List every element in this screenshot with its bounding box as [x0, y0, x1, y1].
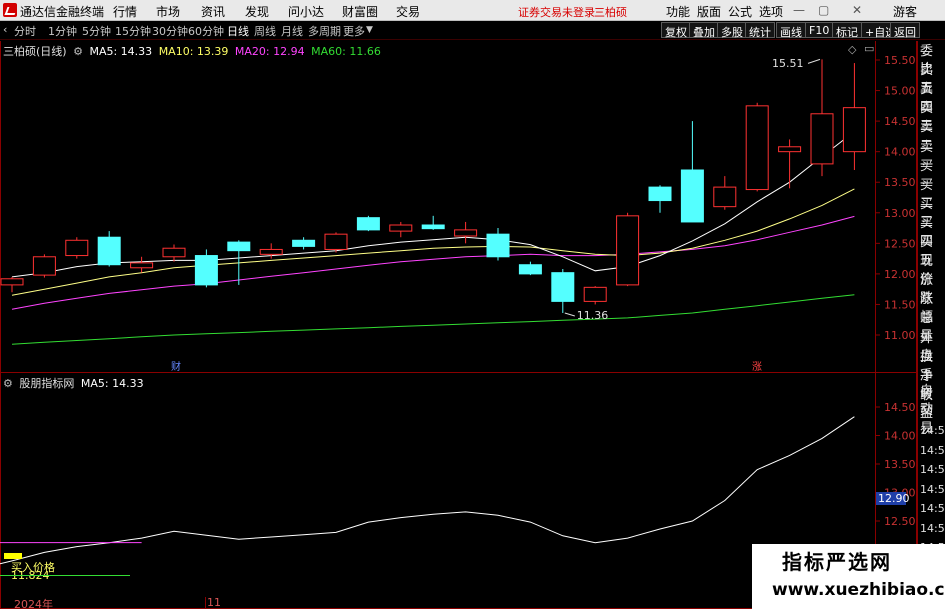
menu-bar: 通达信金融终端 行情 市场 资讯 发现 问小达 财富圈 交易 证券交易未登录 三…: [0, 0, 945, 21]
diamond-icon[interactable]: ◇: [848, 43, 856, 56]
app-logo-icon: [3, 3, 17, 17]
sidebar-time: 14:56: [920, 521, 945, 535]
sidebar-time: 14:56: [920, 463, 945, 476]
ma10-label: MA10: 13.39: [158, 45, 229, 58]
high-price-label: 15.51: [772, 57, 804, 71]
settings-gear-icon[interactable]: ⚙: [73, 45, 83, 58]
btn-biaoji[interactable]: 标记: [832, 22, 862, 39]
app-name: 通达信金融终端: [20, 5, 105, 19]
menu-item-hangqing[interactable]: 行情: [113, 3, 137, 20]
period-daily[interactable]: 日线: [227, 23, 249, 39]
period-30min[interactable]: 30分钟: [152, 23, 188, 39]
indicator-ma5-label: MA5: 14.33: [80, 377, 144, 390]
period-60min[interactable]: 60分钟: [188, 23, 224, 39]
watermark: 指标严选网 www.xuezhibiao.com: [752, 544, 945, 609]
sidebar-time: 14:56: [920, 443, 945, 457]
watermark-title: 指标严选网: [782, 550, 892, 574]
low-price-label: 11.36: [576, 309, 609, 322]
date-tick: [205, 597, 206, 609]
indicator-gear-icon[interactable]: ⚙: [3, 377, 13, 390]
main-chart-title: 三柏硕(日线): [3, 45, 67, 58]
menu-item-caifuquan[interactable]: 财富圈: [342, 3, 378, 20]
marker-cai[interactable]: 财: [171, 358, 181, 373]
login-status[interactable]: 证券交易未登录: [518, 4, 595, 20]
btn-duogu[interactable]: 多股: [717, 22, 747, 39]
menu-item-wenxiaoda[interactable]: 问小达: [288, 3, 324, 20]
date-axis-month: 11: [207, 596, 221, 609]
chevron-left-icon[interactable]: ‹: [3, 23, 7, 36]
period-15min[interactable]: 15分钟: [115, 23, 151, 39]
chart-frame: [0, 41, 917, 609]
ma60-label: MA60: 11.66: [311, 45, 381, 58]
current-value-tag: 12.90: [876, 492, 910, 506]
ma20-label: MA20: 12.94: [234, 45, 305, 58]
stock-name-title: 三柏硕: [594, 6, 627, 19]
btn-diejia[interactable]: 叠加: [689, 22, 719, 39]
btn-f10[interactable]: F10: [805, 22, 834, 38]
period-multi[interactable]: 多周期: [308, 23, 341, 39]
btn-tongji[interactable]: 统计: [745, 22, 775, 39]
menu-item-shichang[interactable]: 市场: [156, 3, 180, 20]
menu-item-xuanxiang[interactable]: 选项: [759, 3, 783, 20]
axis-divider: [875, 41, 876, 609]
close-icon[interactable]: ✕: [852, 3, 862, 17]
marker-zhang[interactable]: 涨: [752, 358, 762, 373]
period-5min[interactable]: 5分钟: [82, 23, 111, 39]
buy-price-line: [0, 575, 130, 576]
btn-fuquan[interactable]: 复权: [661, 22, 691, 39]
ma5-label: MA5: 14.33: [89, 45, 153, 58]
maximize-icon[interactable]: ▢: [818, 3, 829, 17]
indicator-title: 股朋指标网: [19, 377, 75, 390]
period-toolbar: ‹ 分时 1分钟 5分钟 15分钟 30分钟 60分钟 日线 周线 月线 多周期…: [0, 21, 945, 40]
period-weekly[interactable]: 周线: [254, 23, 276, 39]
period-monthly[interactable]: 月线: [281, 23, 303, 39]
period-1min[interactable]: 1分钟: [48, 23, 77, 39]
menu-item-banmian[interactable]: 版面: [697, 3, 721, 20]
main-legend: 三柏硕(日线) ⚙ MA5: 14.33 MA10: 13.39 MA20: 1…: [3, 43, 384, 59]
menu-item-faxian[interactable]: 发现: [245, 3, 269, 20]
sidebar-time: 14:56: [920, 502, 945, 515]
btn-huaxian[interactable]: 画线: [776, 22, 806, 39]
quote-sidebar: 委比 卖五 卖四 卖三 卖二 卖一 买一 买二 买三 买四 买五 现价 涨跌 涨幅 总量 外盘 换手 净资 收益 自动…: [917, 41, 945, 609]
user-guest[interactable]: 游客: [893, 3, 917, 20]
indicator-legend: ⚙ 股朋指标网 MA5: 14.33: [3, 375, 147, 391]
chevron-down-icon[interactable]: ▼: [366, 25, 373, 35]
date-axis-year: 2024年: [14, 598, 53, 609]
minimize-icon[interactable]: —: [793, 3, 805, 17]
btn-fanhui[interactable]: 返回: [890, 22, 920, 39]
menu-item-zixun[interactable]: 资讯: [201, 3, 225, 20]
menu-item-jiaoyi[interactable]: 交易: [396, 3, 420, 20]
sidebar-time: 14:56: [920, 424, 945, 437]
menu-item-gongshi[interactable]: 公式: [728, 3, 752, 20]
period-more[interactable]: 更多: [343, 23, 365, 39]
pane-divider: [0, 372, 917, 373]
sidebar-time: 14:56: [920, 482, 945, 496]
watermark-url: www.xuezhibiao.com: [772, 580, 945, 600]
menu-item-gongneng[interactable]: 功能: [666, 3, 690, 20]
expand-icon[interactable]: ▭: [864, 42, 874, 55]
period-fenshi[interactable]: 分时: [14, 23, 36, 39]
